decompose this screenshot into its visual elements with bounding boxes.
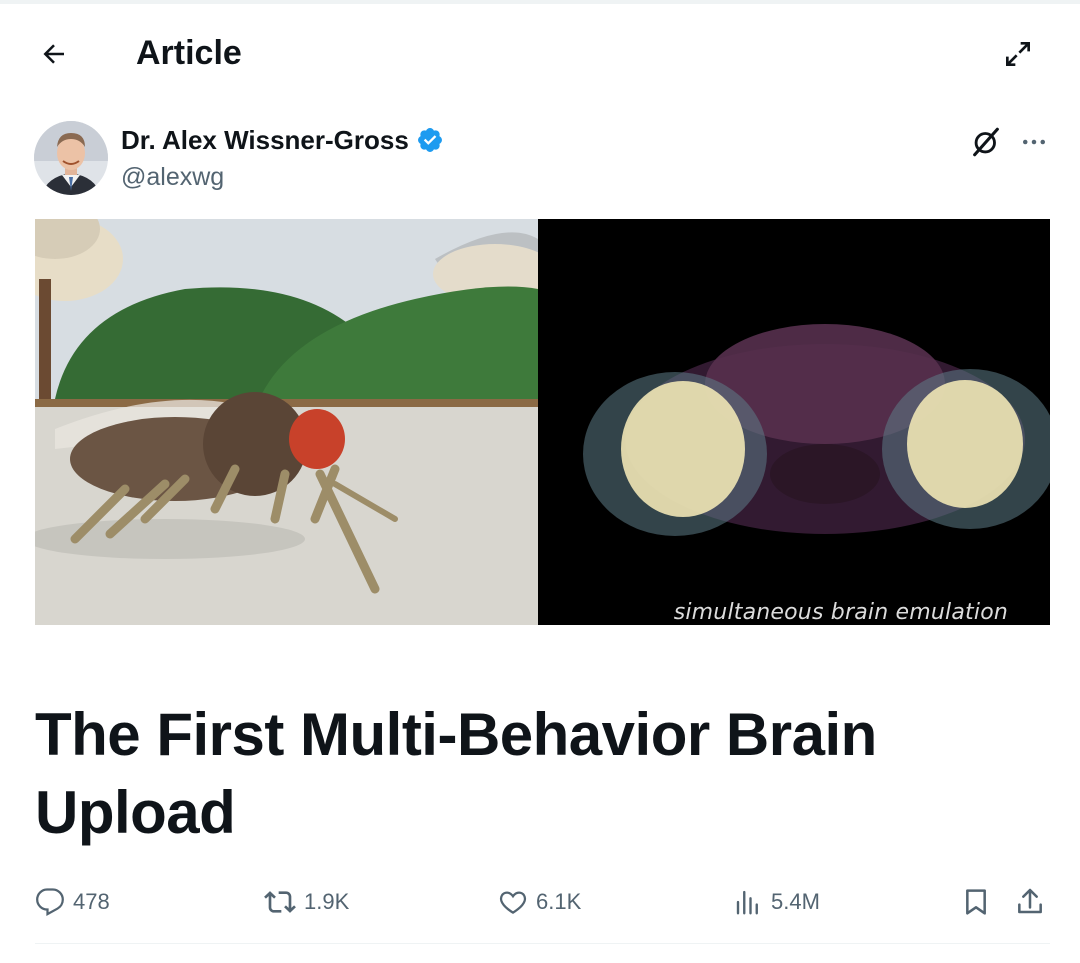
verified-badge-icon xyxy=(417,128,442,152)
heart-icon xyxy=(499,891,527,914)
reply-count: 478 xyxy=(73,889,110,914)
page-title: Article xyxy=(136,34,242,72)
reply-icon xyxy=(36,888,64,917)
article-title[interactable]: The First Multi-Behavior Brain Upload xyxy=(35,696,1045,852)
expand-icon xyxy=(1006,42,1030,66)
share-button[interactable] xyxy=(1014,880,1046,924)
expand-button[interactable] xyxy=(994,30,1042,78)
grok-button[interactable] xyxy=(964,120,1008,164)
avatar[interactable] xyxy=(34,121,108,195)
grok-icon xyxy=(973,127,999,157)
views-count: 5.4M xyxy=(771,889,820,914)
bookmark-icon xyxy=(966,889,986,915)
arrow-left-icon xyxy=(43,44,64,64)
views-button[interactable]: 5.4M xyxy=(733,880,820,924)
more-options-button[interactable] xyxy=(1012,120,1056,164)
top-divider xyxy=(0,0,1080,4)
repost-icon xyxy=(264,891,296,913)
reply-button[interactable]: 478 xyxy=(35,880,110,924)
like-count: 6.1K xyxy=(536,889,582,914)
bookmark-button[interactable] xyxy=(960,880,992,924)
back-button[interactable] xyxy=(30,30,78,78)
repost-count: 1.9K xyxy=(304,889,350,914)
repost-button[interactable]: 1.9K xyxy=(264,880,349,924)
author-name[interactable]: Dr. Alex Wissner-Gross xyxy=(121,123,444,157)
like-button[interactable]: 6.1K xyxy=(498,880,581,924)
bottom-divider xyxy=(35,943,1050,944)
author-handle[interactable]: @alexwg xyxy=(121,160,224,194)
more-dots-icon xyxy=(1023,139,1045,145)
author-name-text: Dr. Alex Wissner-Gross xyxy=(121,125,409,155)
views-chart-icon xyxy=(736,890,758,915)
share-icon xyxy=(1018,888,1042,914)
image-caption: simultaneous brain emulation xyxy=(673,600,1008,625)
article-cover-image[interactable]: simultaneous brain emulation xyxy=(35,219,1050,625)
